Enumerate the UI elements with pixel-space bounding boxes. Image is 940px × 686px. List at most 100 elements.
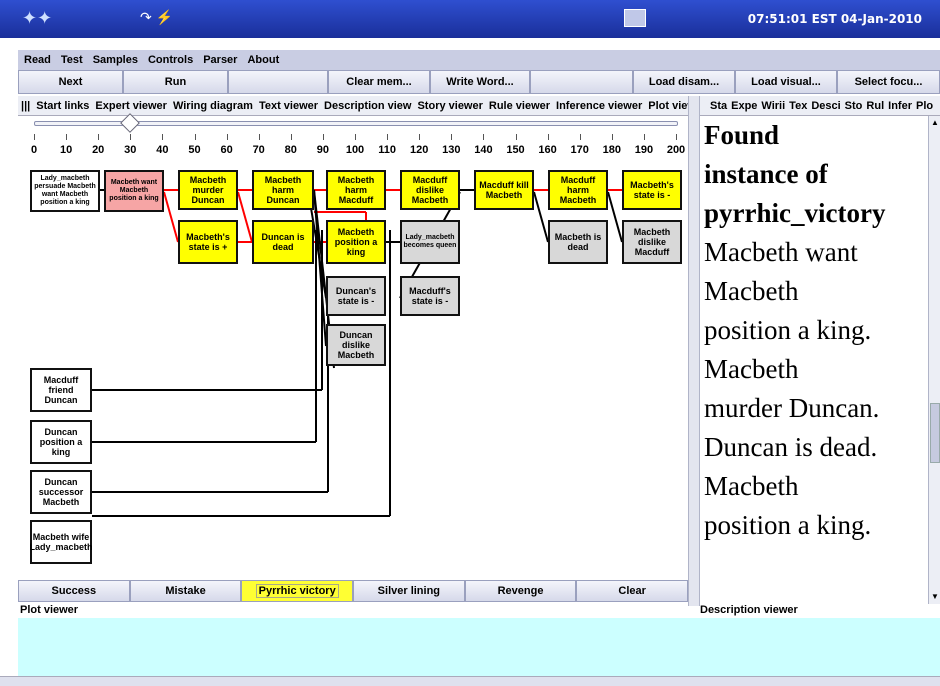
description-scrollbar[interactable]: ▲ ▼ — [928, 116, 940, 604]
tab-2[interactable]: Expert viewer — [92, 100, 170, 112]
graph-node[interactable]: Macbeth harm Macduff — [326, 170, 386, 210]
menu-item-samples[interactable]: Samples — [93, 54, 138, 66]
graph-node[interactable]: Macbeth's state is + — [178, 220, 238, 264]
description-line: Macbeth — [704, 354, 799, 384]
scrollbar-thumb[interactable] — [930, 403, 940, 463]
graph-node[interactable]: Macbeth murder Duncan — [178, 170, 238, 210]
nextbutton[interactable]: Next — [18, 70, 123, 94]
redo-arrow-icon[interactable]: ↷ ⚡ — [140, 9, 173, 26]
description-heading: pyrrhic_victory — [704, 198, 886, 228]
time-slider-thumb[interactable] — [120, 113, 141, 133]
graph-node[interactable]: Macbeth dislike Macduff — [622, 220, 682, 264]
slider-tick — [226, 134, 228, 140]
graph-node[interactable]: Duncan is dead — [252, 220, 314, 264]
pyrrhic-victory-button[interactable]: Pyrrhic victory — [241, 580, 354, 602]
slider-tick — [643, 134, 645, 140]
graph-node[interactable]: Macbeth harm Duncan — [252, 170, 314, 210]
button-label: Silver lining — [377, 585, 441, 597]
graph-node[interactable]: Macduff's state is - — [400, 276, 460, 316]
slider-tick — [258, 134, 260, 140]
graph-node[interactable]: Lady_macbeth becomes queen — [400, 220, 460, 264]
tab-right-4[interactable]: Desci — [809, 100, 842, 112]
graph-node[interactable]: Lady_macbeth persuade Macbeth want Macbe… — [30, 170, 100, 212]
graph-node[interactable]: Duncan's state is - — [326, 276, 386, 316]
slider-tick — [515, 134, 517, 140]
graph-node[interactable]: Macduff kill Macbeth — [474, 170, 534, 210]
plot-viewer-panel — [18, 618, 940, 676]
tab-1[interactable]: Start links — [33, 100, 92, 112]
tab-right-5[interactable]: Sto — [843, 100, 865, 112]
success-button[interactable]: Success — [18, 580, 130, 602]
tab-right-6[interactable]: Rul — [864, 100, 886, 112]
slider-tick-label: 170 — [570, 144, 589, 156]
toolbar-spacer-button[interactable] — [228, 70, 328, 94]
tab-5[interactable]: Description view — [321, 100, 414, 112]
button-label: Pyrrhic victory — [255, 584, 339, 598]
tab-0[interactable]: ||| — [18, 100, 33, 112]
clear-button[interactable]: Clear — [576, 580, 689, 602]
graph-node[interactable]: Macbeth position a king — [326, 220, 386, 264]
slider-tick-label: 0 — [30, 144, 38, 156]
graph-node[interactable]: Duncan position a king — [30, 420, 92, 464]
tab-right-0[interactable]: Sta — [708, 100, 729, 112]
graph-node[interactable]: Macduff harm Macbeth — [548, 170, 608, 210]
tab-6[interactable]: Story viewer — [414, 100, 485, 112]
graph-node[interactable]: Macduff friend Duncan — [30, 368, 92, 412]
plot-viewer-label: Plot viewer — [20, 604, 79, 616]
graph-node[interactable]: Duncan successor Macbeth — [30, 470, 92, 514]
graph-node[interactable]: Macbeth want Macbeth position a king — [104, 170, 164, 212]
description-line: position a king. — [704, 510, 872, 540]
system-clock: 07:51:01 EST 04-Jan-2010 — [747, 12, 922, 26]
tab-right-3[interactable]: Tex — [787, 100, 809, 112]
tab-8[interactable]: Inference viewer — [553, 100, 645, 112]
menu-item-parser[interactable]: Parser — [203, 54, 237, 66]
tab-9[interactable]: Plot viewer — [645, 100, 688, 112]
button-label: Clear — [618, 585, 646, 597]
tab-3[interactable]: Wiring diagram — [170, 100, 256, 112]
silver-lining-button[interactable]: Silver lining — [353, 580, 465, 602]
network-monitor-icon[interactable] — [624, 9, 646, 27]
load-disam-button[interactable]: Load disam... — [633, 70, 735, 94]
tab-right-8[interactable]: Plo — [914, 100, 935, 112]
menu-item-controls[interactable]: Controls — [148, 54, 193, 66]
mistake-button[interactable]: Mistake — [129, 580, 242, 602]
slider-tick-label: 200 — [666, 144, 686, 156]
scroll-down-icon[interactable]: ▼ — [930, 592, 940, 602]
menu-item-read[interactable]: Read — [24, 54, 51, 66]
slider-tick-label: 40 — [156, 144, 169, 156]
tab-right-1[interactable]: Expe — [729, 100, 759, 112]
toolbar-spacer-button[interactable] — [530, 70, 633, 94]
graph-node[interactable]: Macbeth is dead — [548, 220, 608, 264]
pane-splitter[interactable] — [688, 96, 700, 606]
tab-right-2[interactable]: Wirii — [759, 100, 787, 112]
graph-node[interactable]: Macbeth's state is - — [622, 170, 682, 210]
tab-right-7[interactable]: Infer — [886, 100, 914, 112]
slider-tick — [483, 134, 485, 140]
slider-tick — [419, 134, 421, 140]
clear-mem-button[interactable]: Clear mem... — [328, 70, 430, 94]
graph-node[interactable]: Duncan dislike Macbeth — [326, 324, 386, 366]
tab-7[interactable]: Rule viewer — [486, 100, 553, 112]
link — [533, 191, 549, 243]
desktop-logo-icon[interactable]: ✦✦ — [22, 8, 52, 29]
slider-tick — [547, 134, 549, 140]
slider-tick-label: 70 — [252, 144, 265, 156]
write-word-button[interactable]: Write Word... — [430, 70, 530, 94]
select-focu-button[interactable]: Select focu... — [837, 70, 940, 94]
slider-tick-label: 160 — [538, 144, 557, 156]
load-visual-button[interactable]: Load visual... — [735, 70, 837, 94]
graph-node[interactable]: Macbeth wife Lady_macbeth — [29, 520, 93, 564]
graph-node[interactable]: Macduff dislike Macbeth — [400, 170, 460, 210]
scroll-up-icon[interactable]: ▲ — [930, 118, 940, 128]
description-line: Macbeth want — [704, 237, 858, 267]
causal-link — [237, 191, 253, 243]
menu-item-test[interactable]: Test — [61, 54, 83, 66]
description-heading: Found — [704, 120, 780, 150]
tab-4[interactable]: Text viewer — [256, 100, 321, 112]
slider-tick-label: 140 — [474, 144, 493, 156]
menu-item-about[interactable]: About — [247, 54, 279, 66]
button-label: Revenge — [497, 585, 544, 597]
button-label: Success — [51, 585, 97, 597]
revenge-button[interactable]: Revenge — [464, 580, 577, 602]
runbutton[interactable]: Run — [123, 70, 228, 94]
